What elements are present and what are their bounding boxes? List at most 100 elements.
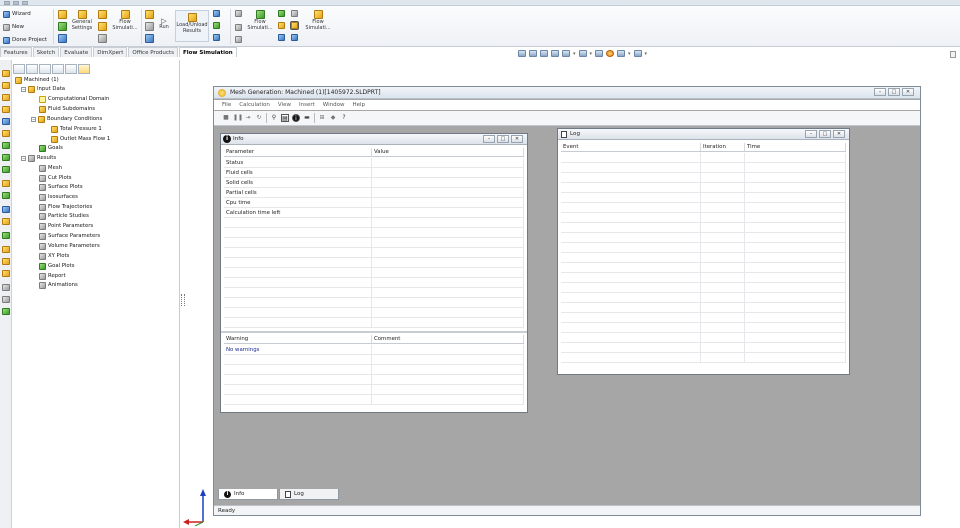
panel-splitter-handle[interactable]: [181, 294, 185, 306]
strip-tool-icon[interactable]: [2, 246, 10, 253]
comment-icon[interactable]: ▬: [303, 114, 311, 122]
new-button[interactable]: New: [3, 22, 24, 32]
tree-isosurfaces[interactable]: Isosurfaces: [39, 193, 78, 201]
section-view-icon[interactable]: [551, 50, 559, 57]
heat-source-icon[interactable]: [98, 34, 107, 43]
tree-mesh[interactable]: Mesh: [39, 164, 62, 172]
isosurface-icon[interactable]: [213, 34, 220, 41]
tab-evaluate[interactable]: Evaluate: [60, 47, 93, 57]
pause-icon[interactable]: ❚❚: [233, 114, 243, 122]
tree-root[interactable]: Machined (1): [15, 76, 59, 84]
maximize-button[interactable]: □: [819, 130, 831, 138]
log-toggle-icon[interactable]: ▤: [281, 114, 289, 122]
strip-tool-icon[interactable]: [2, 94, 10, 101]
info-pane-titlebar[interactable]: i Info – □ ✕: [221, 134, 527, 145]
help-icon[interactable]: ?: [340, 114, 348, 122]
menu-view[interactable]: View: [278, 100, 291, 110]
tab-info[interactable]: i Info: [218, 489, 278, 500]
tree-goals[interactable]: Goals: [39, 144, 63, 152]
column-header-iteration[interactable]: Iteration: [701, 143, 745, 151]
close-button[interactable]: ✕: [511, 135, 523, 143]
column-header-event[interactable]: Event: [561, 143, 701, 151]
zoom-to-area-icon[interactable]: [529, 50, 537, 57]
xy-plot-icon[interactable]: [278, 10, 285, 17]
dropdown-arrow-icon[interactable]: ▾: [573, 51, 576, 57]
mesh-window-titlebar[interactable]: Mesh Generation: Machined (1)[1405972.SL…: [214, 87, 920, 99]
table-row[interactable]: Fluid cells: [224, 168, 524, 178]
column-header-value[interactable]: Value: [372, 148, 524, 156]
strip-tool-icon[interactable]: [2, 70, 10, 77]
strip-tool-icon[interactable]: [2, 308, 10, 315]
menu-help[interactable]: Help: [352, 100, 365, 110]
edit-appearance-icon[interactable]: [606, 50, 615, 57]
log-pane-titlebar[interactable]: Log – □ ✕: [558, 129, 849, 140]
tree-point-parameters[interactable]: Point Parameters: [39, 222, 93, 230]
close-button[interactable]: ✕: [833, 130, 845, 138]
tab-flow-simulation[interactable]: Flow Simulation: [178, 47, 237, 57]
strip-tool-icon[interactable]: [2, 258, 10, 265]
plot-icon[interactable]: ⊞: [318, 114, 326, 122]
quick-access-icon[interactable]: [13, 1, 19, 5]
menu-calculation[interactable]: Calculation: [239, 100, 270, 110]
strip-tool-icon[interactable]: [2, 154, 10, 161]
maximize-button[interactable]: □: [888, 88, 900, 96]
tab-features[interactable]: Features: [0, 47, 32, 57]
quick-access-icon[interactable]: [22, 1, 28, 5]
refresh-icon[interactable]: ↻: [255, 114, 263, 122]
configuration-manager-tab[interactable]: [39, 64, 51, 74]
collapse-icon[interactable]: −: [21, 86, 26, 92]
view-settings-icon[interactable]: [633, 50, 642, 57]
warning-row[interactable]: No warnings: [224, 345, 524, 355]
cut-plot-icon[interactable]: [213, 10, 220, 17]
close-button[interactable]: ✕: [902, 88, 914, 96]
tree-fluid-subdomains[interactable]: Fluid Subdomains: [39, 105, 95, 113]
collapse-icon[interactable]: −: [21, 155, 26, 161]
display-style-icon[interactable]: [578, 50, 587, 57]
strip-tool-icon[interactable]: [2, 130, 10, 137]
flow-simulation-dropdown-3[interactable]: Flow Simulati...: [304, 10, 332, 31]
tree-volume-parameters[interactable]: Volume Parameters: [39, 242, 100, 250]
minimize-button[interactable]: –: [805, 130, 817, 138]
strip-tool-icon[interactable]: [2, 232, 10, 239]
solve-icon[interactable]: [145, 10, 154, 19]
menu-window[interactable]: Window: [323, 100, 345, 110]
run-button[interactable]: ▷ Run: [156, 18, 172, 31]
column-header-time[interactable]: Time: [745, 143, 846, 151]
column-header-warning[interactable]: Warning: [224, 335, 372, 343]
maximize-button[interactable]: □: [497, 135, 509, 143]
strip-tool-icon[interactable]: [2, 82, 10, 89]
strip-tool-icon[interactable]: [2, 284, 10, 291]
menu-file[interactable]: File: [222, 100, 231, 110]
tree-xy-plots[interactable]: XY Plots: [39, 252, 69, 260]
stop-icon[interactable]: ■: [222, 114, 230, 122]
table-row[interactable]: Cpu time: [224, 198, 524, 208]
step-icon[interactable]: ⇥: [244, 114, 252, 122]
collapse-icon[interactable]: −: [31, 116, 36, 122]
menu-insert[interactable]: Insert: [299, 100, 315, 110]
minimize-button[interactable]: –: [874, 88, 886, 96]
tab-office-products[interactable]: Office Products: [128, 47, 178, 57]
flow-simulation-tree-tab[interactable]: [78, 64, 90, 74]
dropdown-arrow-icon[interactable]: ▾: [645, 51, 648, 57]
pin-icon[interactable]: ⚲: [270, 114, 278, 122]
animation-icon[interactable]: [291, 10, 298, 17]
general-settings-button[interactable]: General Settings: [70, 10, 94, 31]
table-row[interactable]: Partial cells: [224, 188, 524, 198]
tree-surface-parameters[interactable]: Surface Parameters: [39, 232, 100, 240]
dropdown-arrow-icon[interactable]: ▾: [590, 51, 593, 57]
strip-tool-icon[interactable]: [2, 180, 10, 187]
flow-simulation-dropdown-2[interactable]: Flow Simulati...: [246, 10, 274, 31]
zoom-to-fit-icon[interactable]: [518, 50, 526, 57]
tree-total-pressure[interactable]: Total Pressure 1: [51, 125, 102, 133]
table-row[interactable]: Calculation time left: [224, 208, 524, 218]
load-unload-results-button[interactable]: Load/Unload Results: [175, 10, 209, 42]
view-orientation-icon[interactable]: [562, 50, 570, 57]
property-manager-tab[interactable]: [26, 64, 38, 74]
tree-input-data[interactable]: − Input Data: [21, 85, 65, 93]
goals-icon[interactable]: [58, 22, 67, 31]
boundary-condition-icon[interactable]: [98, 10, 107, 19]
particle-study-icon[interactable]: [235, 24, 242, 31]
hide-show-items-icon[interactable]: [595, 50, 604, 57]
tree-boundary-conditions[interactable]: − Boundary Conditions: [31, 115, 102, 123]
dimxpert-manager-tab[interactable]: [52, 64, 64, 74]
